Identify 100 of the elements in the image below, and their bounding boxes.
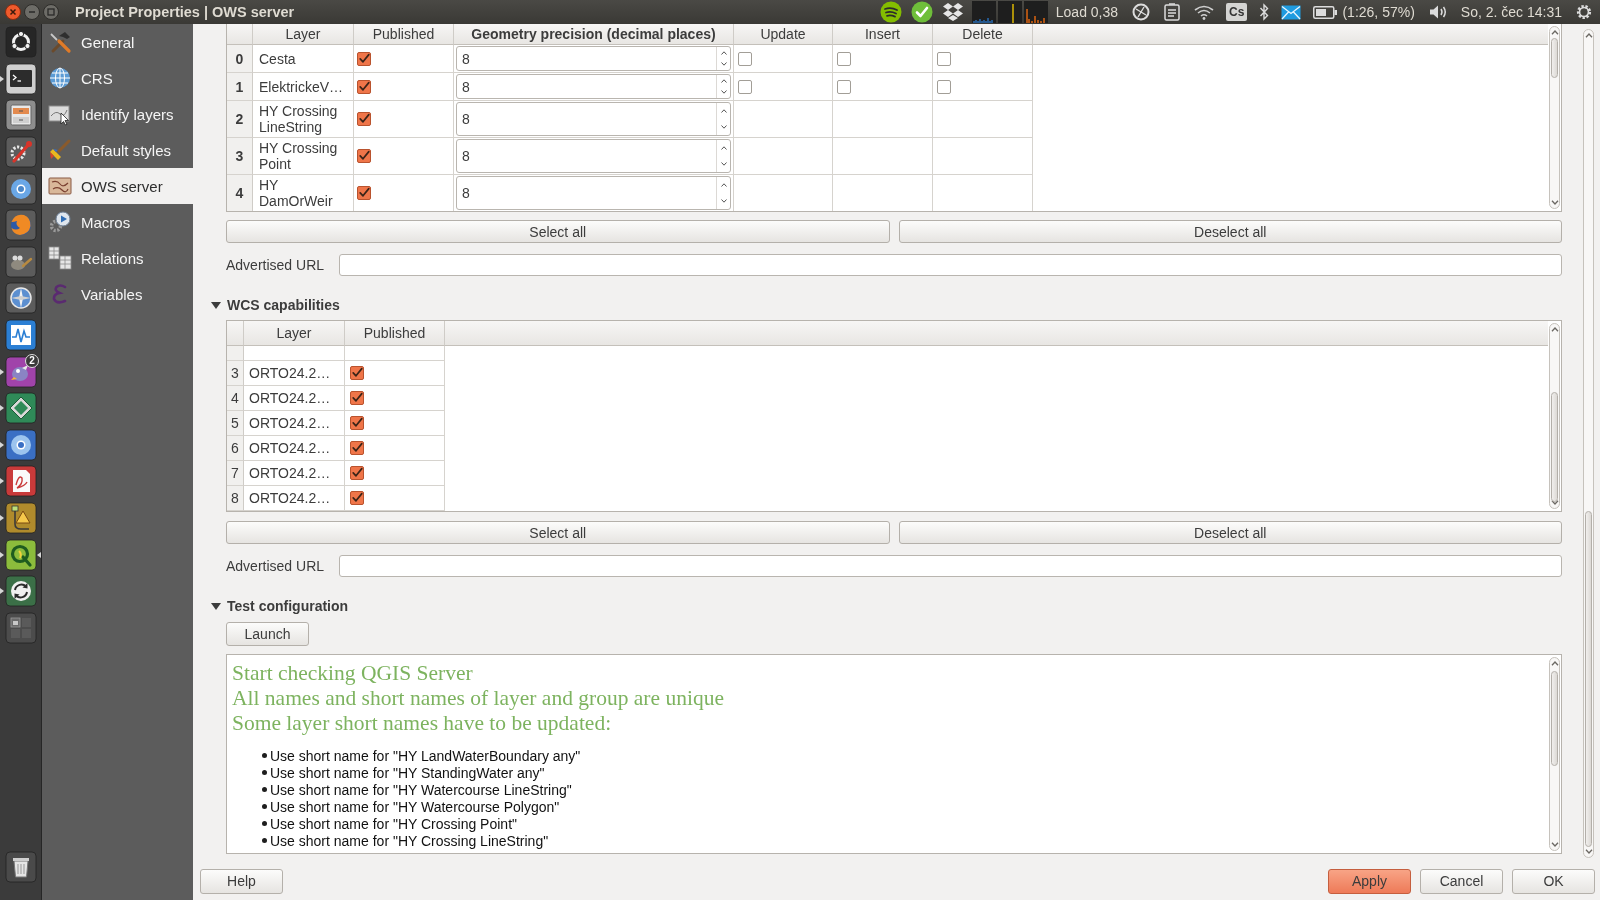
battery-icon[interactable] (1313, 5, 1338, 19)
spin-down-icon[interactable] (720, 90, 727, 95)
checkbox[interactable] (350, 416, 364, 430)
spin-down-icon[interactable] (720, 162, 727, 166)
precision-spinbox[interactable]: 8 (456, 74, 731, 99)
dialog-button[interactable]: Cancel (1420, 868, 1503, 894)
bluetooth-icon[interactable] (1259, 3, 1270, 21)
precision-spinbox[interactable]: 8 (456, 176, 731, 210)
checkbox[interactable] (357, 51, 371, 66)
column-header[interactable]: Layer (244, 321, 345, 346)
terminal-icon[interactable] (4, 62, 37, 95)
vertical-scrollbar[interactable] (1583, 29, 1594, 858)
deselect-all-button[interactable]: Deselect all (898, 220, 1562, 243)
help-button[interactable]: Help (200, 868, 283, 894)
expand-arrow-icon[interactable] (211, 301, 221, 309)
keyboard-layout-indicator[interactable]: Cs (1226, 3, 1248, 21)
scroll-up-icon[interactable] (1550, 661, 1559, 666)
checkbox[interactable] (738, 79, 752, 94)
scroll-up-icon[interactable] (1550, 327, 1559, 332)
gear-icon[interactable] (1575, 3, 1593, 21)
clipboard-icon[interactable] (1164, 3, 1181, 21)
spin-down-icon[interactable] (720, 125, 727, 129)
column-header[interactable]: Delete (933, 24, 1033, 45)
column-header[interactable]: Layer (253, 24, 354, 45)
column-header[interactable]: Published (354, 24, 454, 45)
circle-waves-icon[interactable] (879, 1, 902, 23)
speaker-icon[interactable] (1428, 4, 1449, 20)
expand-arrow-icon[interactable] (211, 602, 221, 610)
wifi-icon[interactable] (1194, 4, 1215, 20)
globe-compass-icon[interactable] (4, 282, 37, 315)
precision-spinbox[interactable]: 8 (456, 46, 731, 71)
sidebar-item[interactable]: Default styles (42, 132, 193, 168)
checkbox[interactable] (350, 466, 364, 480)
column-header[interactable]: Update (734, 24, 833, 45)
checkbox[interactable] (837, 51, 851, 66)
checkbox[interactable] (350, 441, 364, 455)
bird-icon[interactable] (4, 355, 37, 388)
scroll-down-icon[interactable] (1550, 200, 1559, 205)
vertical-scrollbar[interactable] (1549, 26, 1560, 209)
spin-down-icon[interactable] (720, 199, 727, 203)
scroll-down-icon[interactable] (1584, 849, 1593, 854)
maximize-icon[interactable] (43, 4, 59, 20)
precision-spinbox[interactable]: 8 (456, 102, 731, 136)
checkbox[interactable] (837, 79, 851, 94)
sidebar-item[interactable]: Macros (42, 204, 193, 240)
sidebar-item[interactable]: Variables (42, 276, 193, 312)
scrollbar-thumb[interactable] (1551, 671, 1558, 766)
spin-down-icon[interactable] (720, 62, 727, 67)
spin-up-icon[interactable] (720, 78, 727, 83)
diamonds-icon[interactable] (941, 2, 964, 22)
globe-icon[interactable] (4, 209, 37, 242)
dialog-button[interactable]: Apply (1328, 868, 1411, 894)
url-field[interactable] (339, 555, 1562, 577)
column-header[interactable]: Geometry precision (decimal places) (454, 24, 734, 45)
scroll-up-icon[interactable] (1550, 30, 1559, 35)
date-time[interactable]: So, 2. čec 14:31 (1460, 4, 1562, 20)
spin-up-icon[interactable] (720, 109, 727, 113)
ring-icon[interactable] (1132, 3, 1151, 21)
checkbox[interactable] (937, 51, 951, 66)
checkbox[interactable] (350, 391, 364, 405)
checkbox[interactable] (357, 149, 371, 163)
close-icon[interactable] (5, 4, 21, 20)
check-circle-icon[interactable] (910, 1, 933, 23)
browser-icon[interactable] (4, 172, 37, 205)
url-field[interactable] (339, 254, 1562, 276)
minimize-icon[interactable] (24, 4, 40, 20)
trash-icon[interactable] (4, 850, 37, 883)
scrollbar-thumb[interactable] (1585, 511, 1592, 847)
dialog-button[interactable]: OK (1512, 868, 1595, 894)
envelope-icon[interactable] (1281, 4, 1302, 20)
vertical-scrollbar[interactable] (1549, 323, 1560, 509)
circle-logo-icon[interactable] (4, 26, 37, 59)
spin-up-icon[interactable] (720, 183, 727, 187)
brush-icon[interactable] (4, 245, 37, 278)
select-all-button[interactable]: Select all (226, 521, 890, 544)
checkbox[interactable] (357, 79, 371, 94)
checkbox[interactable] (937, 79, 951, 94)
sidebar-item[interactable]: OWS server (42, 168, 193, 204)
refresh-icon[interactable] (4, 575, 37, 608)
document-icon[interactable] (4, 465, 37, 498)
checkbox[interactable] (738, 51, 752, 66)
sidebar-item[interactable]: General (42, 24, 193, 60)
wrench-icon[interactable] (4, 136, 37, 169)
scrollbar-thumb[interactable] (1551, 392, 1558, 502)
spin-up-icon[interactable] (720, 50, 727, 55)
checkbox[interactable] (350, 366, 364, 380)
scrollbar-thumb[interactable] (1551, 38, 1558, 78)
spin-up-icon[interactable] (720, 146, 727, 150)
precision-spinbox[interactable]: 8 (456, 139, 731, 173)
drawer-icon[interactable] (4, 99, 37, 132)
sidebar-item[interactable]: CRS (42, 60, 193, 96)
magnifier-icon[interactable] (4, 538, 37, 571)
workspace-grid-icon[interactable] (4, 611, 37, 644)
scroll-up-icon[interactable] (1584, 33, 1593, 38)
column-header[interactable]: Insert (833, 24, 933, 45)
vertical-scrollbar[interactable] (1549, 657, 1560, 851)
deselect-all-button[interactable]: Deselect all (898, 521, 1562, 544)
select-all-button[interactable]: Select all (226, 220, 890, 243)
checkbox[interactable] (357, 186, 371, 200)
launch-button[interactable]: Launch (226, 622, 309, 646)
